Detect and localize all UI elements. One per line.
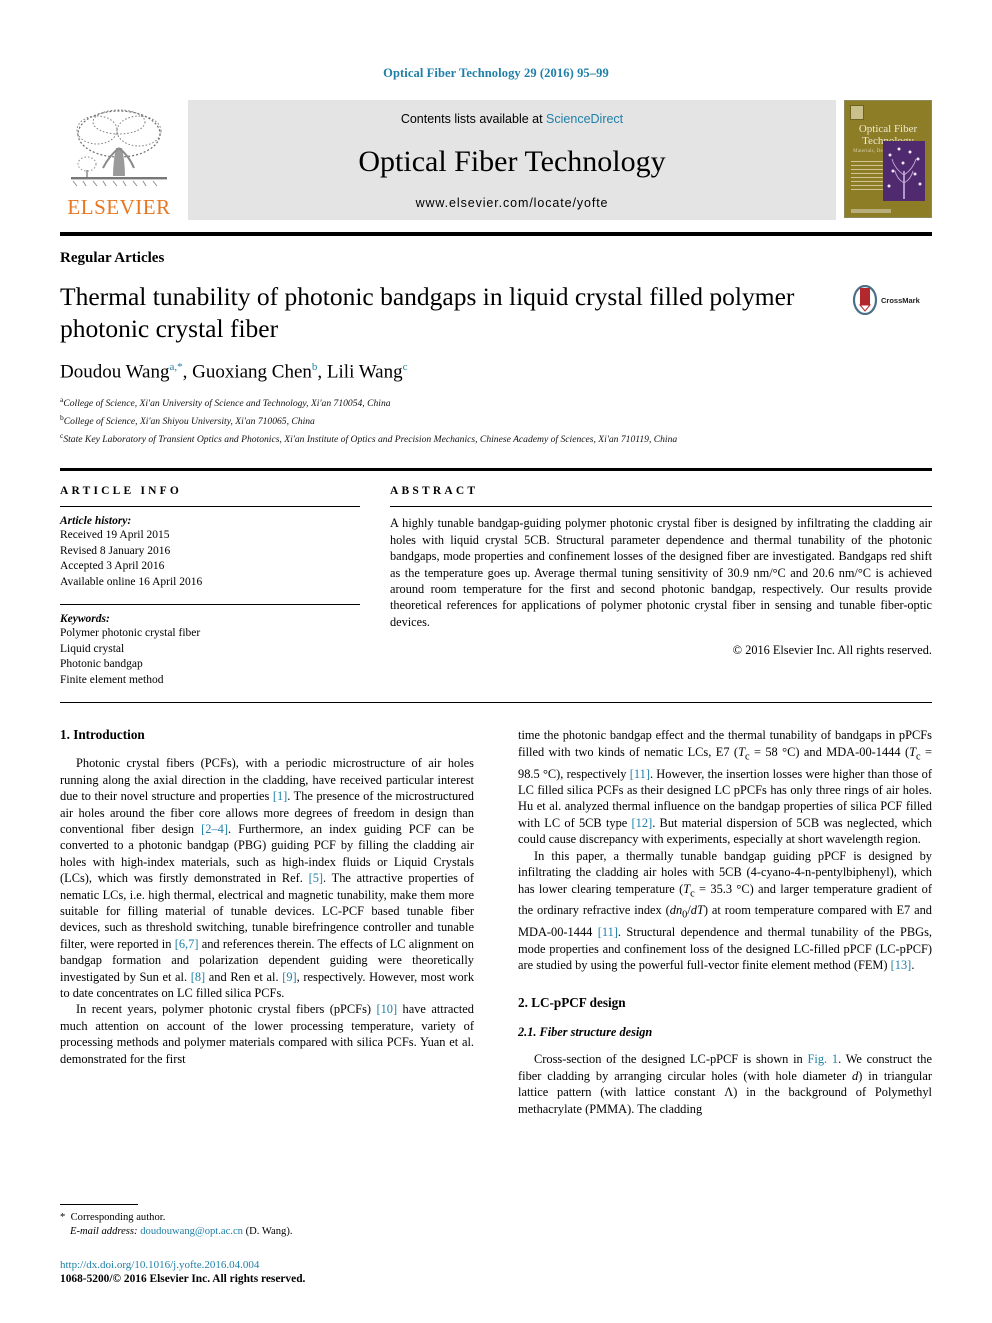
paragraph: In recent years, polymer photonic crysta… [60, 1002, 474, 1066]
email-suffix: (D. Wang). [245, 1226, 293, 1237]
page-title: Thermal tunability of photonic bandgaps … [60, 282, 795, 343]
history-item: Accepted 3 April 2016 [60, 560, 165, 573]
issn-copyright: 1068-5200/© 2016 Elsevier Inc. All right… [60, 1273, 306, 1285]
paragraph: In this paper, a thermally tunable bandg… [518, 848, 933, 973]
journal-cover-thumbnail[interactable]: Optical Fiber Technology Materials, Devi… [844, 100, 932, 218]
page-footer: http://dx.doi.org/10.1016/j.yofte.2016.0… [60, 1258, 490, 1287]
cover-elsevier-mark [850, 105, 864, 120]
author-marks[interactable]: a,* [169, 361, 182, 373]
sciencedirect-link[interactable]: ScienceDirect [546, 112, 623, 126]
keywords-label: Keywords: [60, 613, 110, 626]
cover-footer-bar [851, 209, 891, 213]
body-columns: 1. Introduction Photonic crystal fibers … [60, 727, 932, 1227]
corresponding-author-footnote: * Corresponding author. E-mail address: … [60, 1204, 480, 1239]
affiliation-item: bCollege of Science, Xi'an Shiyou Univer… [60, 413, 315, 428]
email-label: E-mail address: [70, 1226, 138, 1237]
abstract-copyright: © 2016 Elsevier Inc. All rights reserved… [732, 643, 932, 658]
elsevier-logo: ELSEVIER [60, 100, 178, 220]
crossmark-icon [852, 285, 878, 315]
heading-introduction: 1. Introduction [60, 727, 145, 743]
keywords-block: Keywords: Polymer photonic crystal fiber… [60, 613, 360, 688]
affiliation-item: aCollege of Science, Xi'an University of… [60, 395, 391, 410]
elsevier-wordmark: ELSEVIER [67, 195, 171, 219]
email-link[interactable]: doudouwang@opt.ac.cn [140, 1226, 243, 1237]
footnote-rule [60, 1204, 138, 1205]
paragraph: time the photonic bandgap effect and the… [518, 728, 932, 847]
journal-title: Optical Fiber Technology [358, 145, 666, 178]
doi-link[interactable]: http://dx.doi.org/10.1016/j.yofte.2016.0… [60, 1258, 490, 1272]
title-row: Thermal tunability of photonic bandgaps … [60, 281, 932, 345]
crossmark-label: CrossMark [881, 295, 920, 305]
history-item: Revised 8 January 2016 [60, 544, 171, 557]
author-name: Doudou Wang [60, 361, 170, 383]
journal-masthead: ELSEVIER Contents lists available at Sci… [60, 100, 932, 220]
paragraph: Photonic crystal fibers (PCFs), with a p… [60, 756, 475, 1001]
author-marks[interactable]: b [312, 361, 318, 373]
contents-prefix: Contents lists available at [400, 112, 547, 126]
keyword-item: Polymer photonic crystal fiber [60, 627, 201, 640]
abstract-text: A highly tunable bandgap-guiding polymer… [390, 516, 932, 629]
keywords-rule [60, 604, 360, 606]
article-info-column: ARTICLE INFO Article history: Received 1… [60, 485, 390, 688]
affiliation-item: cState Key Laboratory of Transient Optic… [60, 430, 678, 445]
journal-article-page: Optical Fiber Technology 29 (2016) 95–99 [0, 0, 992, 1323]
article-info-rule [60, 506, 360, 508]
body-column-left: 1. Introduction Photonic crystal fibers … [60, 727, 474, 1227]
abstract-rule [390, 506, 932, 508]
keyword-item: Finite element method [60, 673, 164, 686]
footnote-corresponding: * Corresponding author. [60, 1212, 166, 1223]
masthead-divider [60, 232, 932, 236]
journal-banner: Contents lists available at ScienceDirec… [188, 100, 836, 220]
article-info-label: ARTICLE INFO [60, 485, 183, 498]
history-item: Received 19 April 2015 [60, 529, 170, 542]
keyword-item: Liquid crystal [60, 642, 125, 655]
heading-lcppcf-design: 2. LC-pPCF design [518, 995, 626, 1011]
heading-fiber-structure-design: 2.1. Fiber structure design [518, 1025, 653, 1040]
running-head: Optical Fiber Technology 29 (2016) 95–99 [383, 66, 609, 80]
journal-homepage-url[interactable]: www.elsevier.com/locate/yofte [416, 196, 609, 210]
elsevier-tree-icon [71, 109, 167, 187]
abstract-column: ABSTRACT A highly tunable bandgap-guidin… [390, 485, 932, 688]
author-marks[interactable]: c [403, 361, 408, 373]
history-item: Available online 16 April 2016 [60, 575, 203, 588]
affiliation-list: aCollege of Science, Xi'an University of… [60, 393, 932, 446]
contents-line: Contents lists available at ScienceDirec… [401, 112, 623, 126]
keyword-item: Photonic bandgap [60, 658, 143, 671]
crossmark-badge[interactable]: CrossMark [852, 281, 932, 315]
author-list: Doudou Wanga,*, Guoxiang Chenb, Lili Wan… [60, 361, 408, 383]
article-header-divider [60, 468, 932, 472]
abstract-bottom-divider [60, 702, 932, 704]
paragraph: Cross-section of the designed LC-pPCF is… [518, 1052, 933, 1116]
abstract-label: ABSTRACT [390, 485, 479, 498]
cover-artwork [883, 141, 925, 201]
body-column-right: time the photonic bandgap effect and the… [518, 727, 932, 1227]
article-type-kicker: Regular Articles [60, 250, 165, 266]
author-name: Lili Wang [326, 361, 403, 383]
asterisk-icon: * [60, 1212, 66, 1223]
footnote-email: E-mail address: doudouwang@opt.ac.cn (D.… [60, 1225, 480, 1239]
info-abstract-block: ARTICLE INFO Article history: Received 1… [60, 485, 932, 688]
author-name: Guoxiang Chen [192, 361, 312, 383]
article-history-label: Article history: [60, 515, 132, 528]
cover-tree-icon [883, 141, 925, 201]
cover-toc-lines [851, 161, 885, 193]
